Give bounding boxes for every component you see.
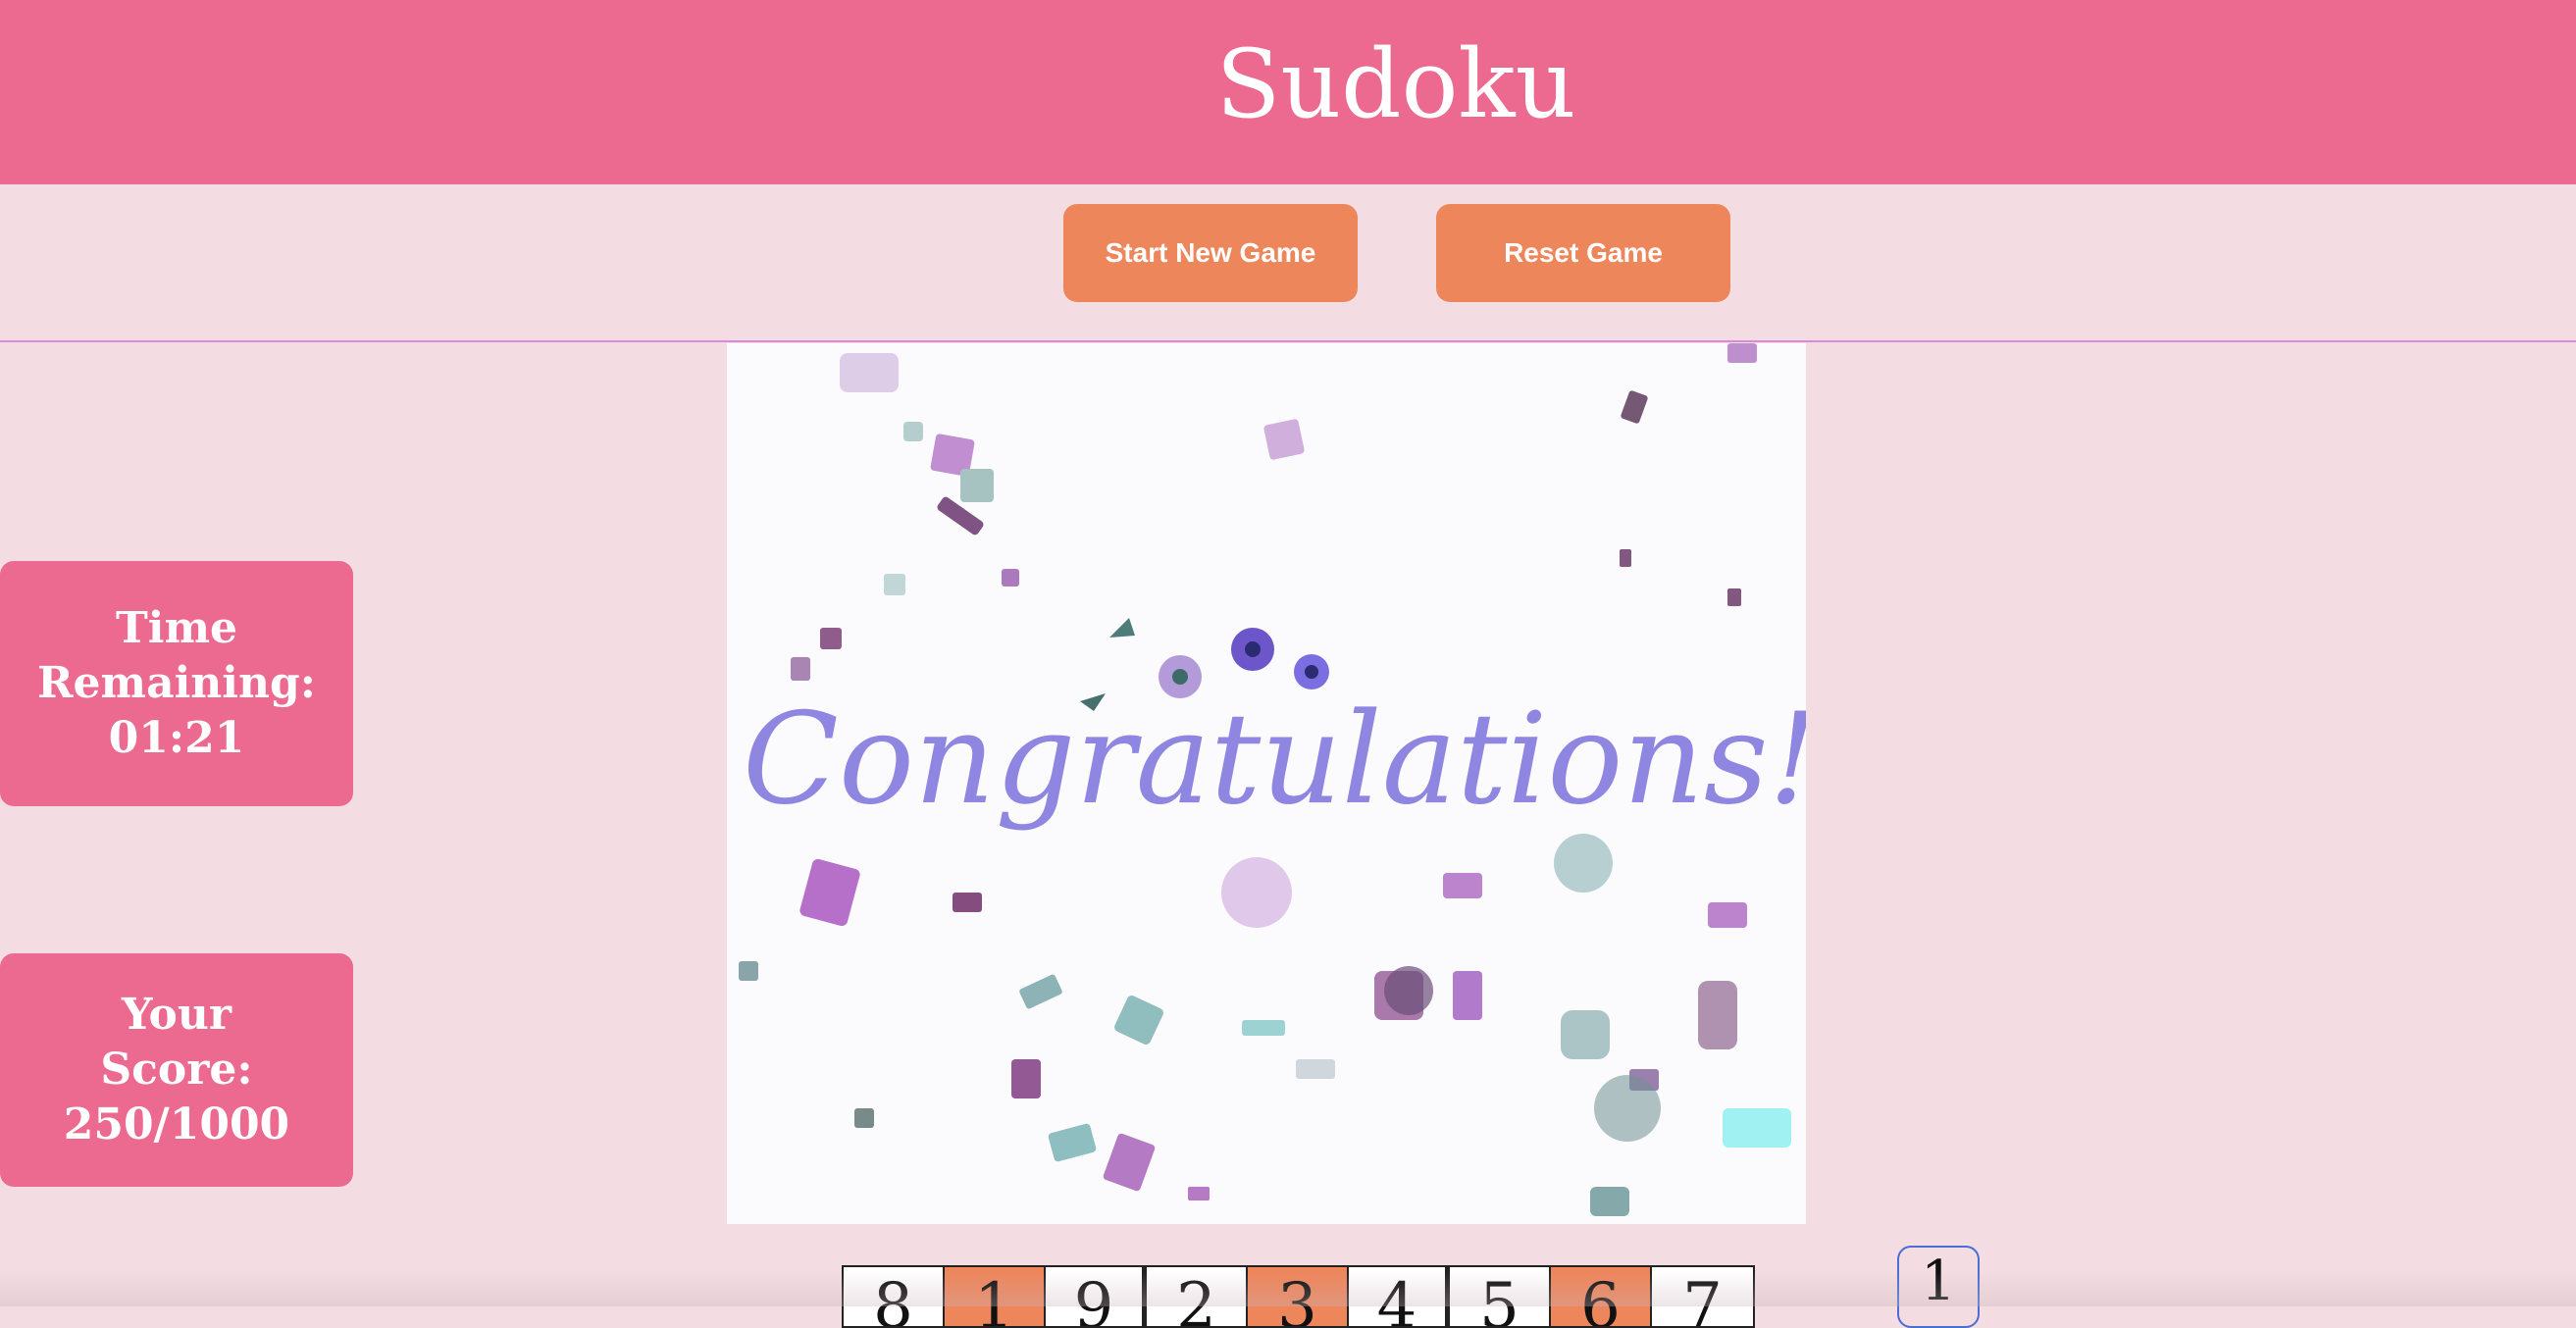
sudoku-cell[interactable]: 1 [945, 1267, 1046, 1326]
confetti-graphic: Congratulations! [739, 343, 1806, 1216]
time-label-line1: Time [115, 603, 237, 653]
number-picker-button[interactable]: 1 [1897, 1246, 1980, 1328]
congratulations-image: Congratulations! [727, 343, 1806, 1224]
sudoku-cell[interactable]: 4 [1349, 1267, 1450, 1326]
start-new-game-button[interactable]: Start New Game [1063, 204, 1358, 302]
sudoku-cell[interactable]: 3 [1248, 1267, 1349, 1326]
sudoku-cell[interactable]: 2 [1147, 1267, 1248, 1326]
score-card: Your Score: 250/1000 [0, 953, 353, 1187]
score-label-line2: Score: [100, 1045, 253, 1095]
sudoku-cell[interactable]: 6 [1551, 1267, 1652, 1326]
reset-game-button[interactable]: Reset Game [1436, 204, 1730, 302]
congratulations-text: Congratulations! [743, 687, 1806, 833]
time-value: 01:21 [108, 713, 245, 763]
svg-text:Congratulations!: Congratulations! [743, 687, 1806, 833]
score-value: 250/1000 [63, 1099, 290, 1149]
sudoku-cell[interactable]: 9 [1046, 1267, 1147, 1326]
sudoku-board-row: 819234567 [842, 1265, 1755, 1328]
sudoku-cell[interactable]: 5 [1450, 1267, 1551, 1326]
divider [0, 340, 2576, 342]
time-label-line2: Remaining: [36, 658, 317, 708]
sudoku-cell[interactable]: 7 [1652, 1267, 1753, 1326]
time-remaining-card: Time Remaining: 01:21 [0, 561, 353, 806]
score-label-line1: Your [121, 990, 232, 1040]
page-title: Sudoku [1215, 29, 1576, 139]
sudoku-cell[interactable]: 8 [844, 1267, 945, 1326]
